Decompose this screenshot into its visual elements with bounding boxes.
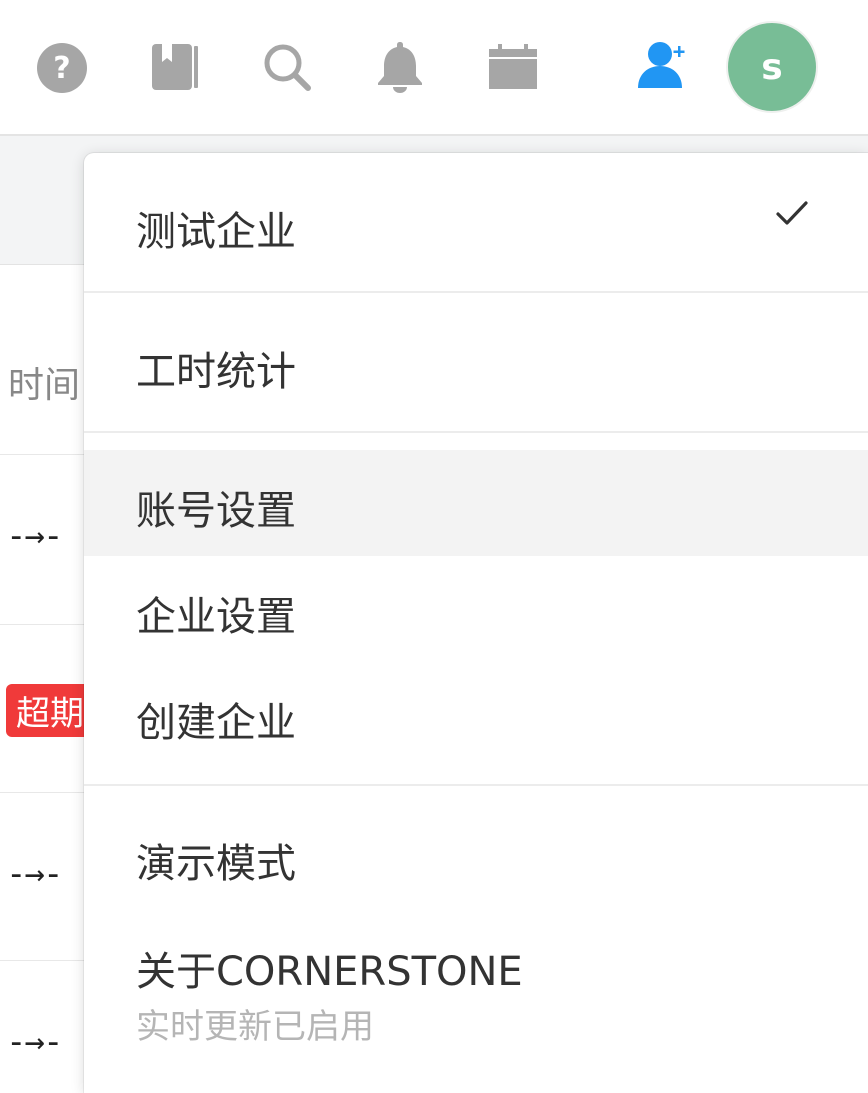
- menu-item-label: 关于CORNERSTONE: [136, 949, 523, 995]
- menu-item-timesheet[interactable]: 工时统计: [84, 293, 868, 431]
- top-header-bar: ? s: [0, 0, 868, 136]
- menu-item-demo-mode[interactable]: 演示模式: [84, 803, 868, 909]
- menu-item-account-settings[interactable]: 账号设置: [84, 450, 868, 556]
- realtime-update-status: 实时更新已启用: [136, 1007, 374, 1047]
- menu-item-org-settings[interactable]: 企业设置: [84, 556, 868, 662]
- menu-item-current-org[interactable]: 测试企业: [84, 153, 868, 291]
- menu-divider: [84, 431, 868, 433]
- date-range-empty: -→-: [6, 516, 63, 556]
- menu-item-create-org[interactable]: 创建企业: [84, 662, 868, 768]
- overdue-badge: 超期: [6, 684, 94, 737]
- column-header-time: 时间: [8, 365, 81, 406]
- bell-icon[interactable]: [376, 40, 424, 94]
- add-member-icon[interactable]: [636, 40, 690, 90]
- help-icon[interactable]: ?: [36, 42, 88, 94]
- user-avatar[interactable]: s: [726, 21, 818, 113]
- menu-item-label: 创建企业: [136, 700, 296, 746]
- menu-item-label: 工时统计: [136, 349, 296, 395]
- menu-divider: [84, 784, 868, 786]
- date-range-empty: -→-: [6, 854, 63, 894]
- user-dropdown-menu: 测试企业 工时统计 账号设置 企业设置 创建企业 演示模式 关于CORNERST…: [84, 153, 868, 1093]
- book-icon[interactable]: [150, 42, 200, 92]
- menu-item-about[interactable]: 关于CORNERSTONE 实时更新已启用: [84, 909, 868, 1059]
- menu-item-label: 测试企业: [136, 209, 296, 255]
- menu-item-label: 企业设置: [136, 594, 296, 640]
- menu-item-label: 演示模式: [136, 841, 296, 887]
- svg-text:?: ?: [53, 51, 70, 86]
- menu-item-label: 账号设置: [136, 488, 296, 534]
- date-range-empty: -→-: [6, 1022, 63, 1062]
- checkmark-icon: [774, 195, 810, 231]
- search-icon[interactable]: [262, 42, 312, 92]
- calendar-icon[interactable]: [488, 44, 538, 90]
